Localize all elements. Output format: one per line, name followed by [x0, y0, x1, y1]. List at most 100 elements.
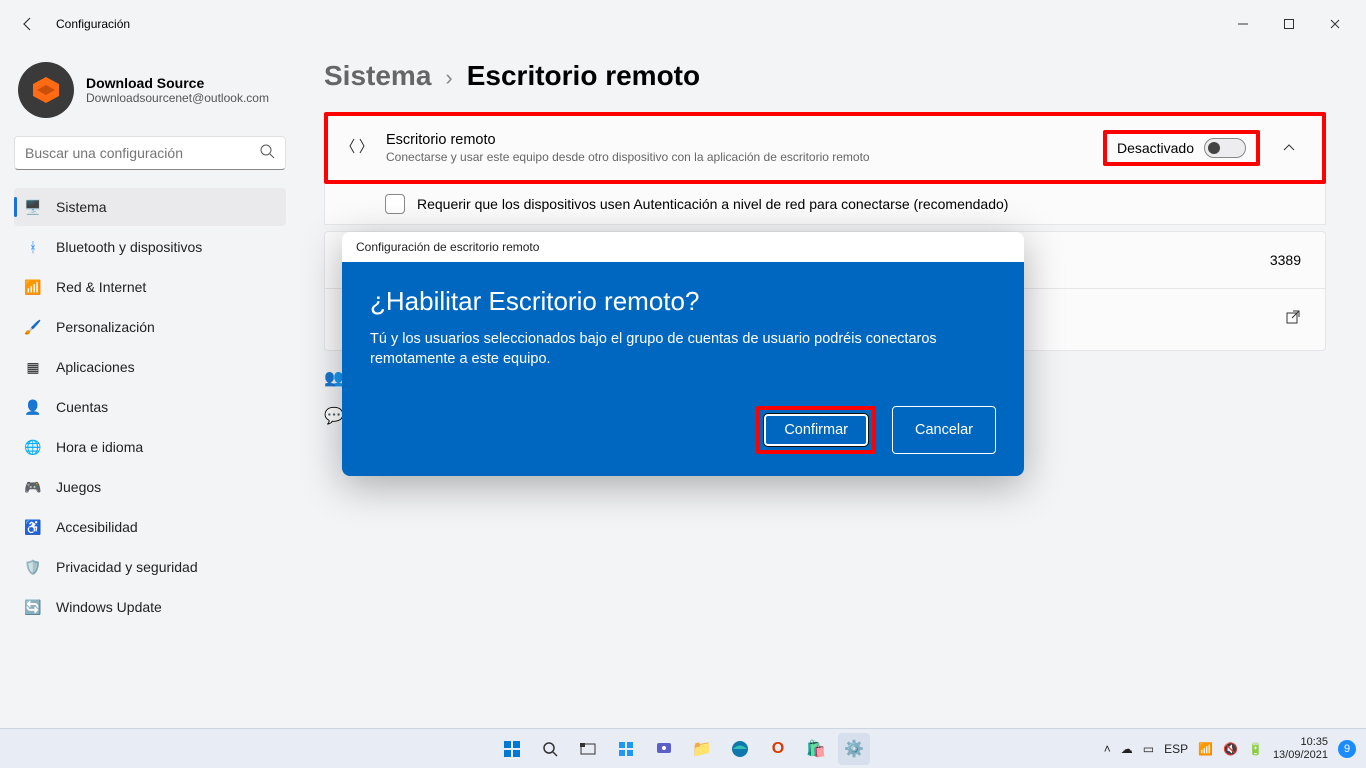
- remote-desktop-toggle[interactable]: [1204, 138, 1246, 158]
- remote-desktop-header-highlight: Escritorio remoto Conectarse y usar este…: [324, 112, 1326, 184]
- nav-item-personalizacion[interactable]: 🖌️ Personalización: [14, 308, 286, 346]
- remote-desktop-row[interactable]: Escritorio remoto Conectarse y usar este…: [328, 116, 1322, 180]
- globe-icon: 🌐: [24, 438, 42, 456]
- clock[interactable]: 10:35 13/09/2021: [1273, 736, 1328, 760]
- breadcrumb: Sistema › Escritorio remoto: [324, 60, 1326, 92]
- titlebar: Configuración: [0, 0, 1366, 48]
- toggle-highlight: Desactivado: [1103, 130, 1260, 166]
- window-title: Configuración: [56, 17, 130, 31]
- profile-email: Downloadsourcenet@outlook.com: [86, 91, 269, 105]
- toggle-state-label: Desactivado: [1117, 140, 1194, 156]
- nav-label: Juegos: [56, 479, 101, 495]
- nav-label: Privacidad y seguridad: [56, 559, 198, 575]
- search-box[interactable]: [14, 136, 286, 170]
- breadcrumb-parent[interactable]: Sistema: [324, 60, 431, 92]
- nav-label: Personalización: [56, 319, 155, 335]
- nla-row: Requerir que los dispositivos usen Auten…: [324, 184, 1326, 225]
- port-value: 3389: [1270, 252, 1301, 268]
- system-tray: ˄ ☁ ▭ ESP 📶 🔇 🔋 10:35 13/09/2021 9: [1104, 736, 1366, 760]
- battery-icon[interactable]: 🔋: [1248, 742, 1263, 756]
- search-input[interactable]: [25, 145, 259, 161]
- taskbar-search-icon[interactable]: [534, 733, 566, 765]
- explorer-icon[interactable]: 📁: [686, 733, 718, 765]
- dialog-header: Configuración de escritorio remoto: [342, 232, 1024, 262]
- nav: 🖥️ Sistema ᚼ Bluetooth y dispositivos 📶 Red…: [14, 188, 286, 626]
- brush-icon: 🖌️: [24, 318, 42, 336]
- nav-item-bluetooth[interactable]: ᚼ Bluetooth y dispositivos: [14, 228, 286, 266]
- gamepad-icon: 🎮: [24, 478, 42, 496]
- nav-item-update[interactable]: 🔄 Windows Update: [14, 588, 286, 626]
- dialog-title: ¿Habilitar Escritorio remoto?: [370, 286, 996, 317]
- remote-desktop-subtitle: Conectarse y usar este equipo desde otro…: [386, 150, 870, 164]
- nav-item-cuentas[interactable]: 👤 Cuentas: [14, 388, 286, 426]
- settings-icon[interactable]: ⚙️: [838, 733, 870, 765]
- nav-label: Red & Internet: [56, 279, 146, 295]
- chat-icon[interactable]: [648, 733, 680, 765]
- dialog-text: Tú y los usuarios seleccionados bajo el …: [370, 329, 996, 370]
- apps-icon: ▦: [24, 358, 42, 376]
- nav-item-hora[interactable]: 🌐 Hora e idioma: [14, 428, 286, 466]
- taskbar: 📁 O 🛍️ ⚙️ ˄ ☁ ▭ ESP 📶 🔇 🔋 10:35 13/09/20…: [0, 728, 1366, 768]
- related-links-icons: 👥 💬: [324, 368, 344, 426]
- person-icon: 👤: [24, 398, 42, 416]
- nav-item-sistema[interactable]: 🖥️ Sistema: [14, 188, 286, 226]
- nla-checkbox[interactable]: [385, 194, 405, 214]
- store-icon[interactable]: 🛍️: [800, 733, 832, 765]
- breadcrumb-current: Escritorio remoto: [467, 60, 700, 92]
- taskview-icon[interactable]: [572, 733, 604, 765]
- nav-item-red[interactable]: 📶 Red & Internet: [14, 268, 286, 306]
- chevron-up-icon[interactable]: [1274, 133, 1304, 163]
- update-icon: 🔄: [24, 598, 42, 616]
- bluetooth-icon: ᚼ: [24, 238, 42, 256]
- nav-item-juegos[interactable]: 🎮 Juegos: [14, 468, 286, 506]
- close-button[interactable]: [1312, 8, 1358, 40]
- nav-label: Cuentas: [56, 399, 108, 415]
- shield-icon: 🛡️: [24, 558, 42, 576]
- date: 13/09/2021: [1273, 749, 1328, 761]
- accessibility-icon: ♿: [24, 518, 42, 536]
- nav-label: Windows Update: [56, 599, 162, 615]
- search-icon: [259, 143, 275, 164]
- help-icon[interactable]: 👥: [324, 368, 344, 388]
- nav-label: Sistema: [56, 199, 107, 215]
- remote-desktop-title: Escritorio remoto: [386, 132, 870, 148]
- nav-item-accesibilidad[interactable]: ♿ Accesibilidad: [14, 508, 286, 546]
- nla-label: Requerir que los dispositivos usen Auten…: [417, 196, 1008, 212]
- start-button[interactable]: [496, 733, 528, 765]
- profile-block[interactable]: Download Source Downloadsourcenet@outloo…: [14, 56, 286, 136]
- avatar: [18, 62, 74, 118]
- volume-icon[interactable]: 🔇: [1223, 742, 1238, 756]
- cancel-button[interactable]: Cancelar: [892, 406, 996, 454]
- taskbar-center: 📁 O 🛍️ ⚙️: [496, 733, 870, 765]
- confirm-button-highlight: Confirmar: [756, 406, 876, 454]
- confirm-dialog: Configuración de escritorio remoto ¿Habi…: [342, 232, 1024, 476]
- edge-icon[interactable]: [724, 733, 756, 765]
- notification-badge[interactable]: 9: [1338, 740, 1356, 758]
- open-external-icon: [1285, 309, 1301, 330]
- news-icon[interactable]: ▭: [1143, 742, 1154, 756]
- nav-item-aplicaciones[interactable]: ▦ Aplicaciones: [14, 348, 286, 386]
- system-icon: 🖥️: [24, 198, 42, 216]
- remote-desktop-icon: [346, 135, 368, 162]
- minimize-button[interactable]: [1220, 8, 1266, 40]
- nav-label: Hora e idioma: [56, 439, 143, 455]
- onedrive-icon[interactable]: ☁: [1121, 742, 1133, 756]
- nav-label: Bluetooth y dispositivos: [56, 239, 202, 255]
- nav-label: Accesibilidad: [56, 519, 138, 535]
- wifi-icon: 📶: [24, 278, 42, 296]
- widgets-icon[interactable]: [610, 733, 642, 765]
- office-icon[interactable]: O: [762, 733, 794, 765]
- feedback-icon[interactable]: 💬: [324, 406, 344, 426]
- maximize-button[interactable]: [1266, 8, 1312, 40]
- profile-name: Download Source: [86, 75, 269, 91]
- back-button[interactable]: [8, 4, 48, 44]
- breadcrumb-sep: ›: [445, 65, 452, 91]
- nav-item-privacidad[interactable]: 🛡️ Privacidad y seguridad: [14, 548, 286, 586]
- tray-chevron-up-icon[interactable]: ˄: [1104, 742, 1111, 756]
- sidebar: Download Source Downloadsourcenet@outloo…: [0, 48, 300, 728]
- language-indicator[interactable]: ESP: [1164, 742, 1188, 756]
- nav-label: Aplicaciones: [56, 359, 135, 375]
- time: 10:35: [1273, 736, 1328, 748]
- wifi-tray-icon[interactable]: 📶: [1198, 742, 1213, 756]
- confirm-button[interactable]: Confirmar: [764, 414, 868, 446]
